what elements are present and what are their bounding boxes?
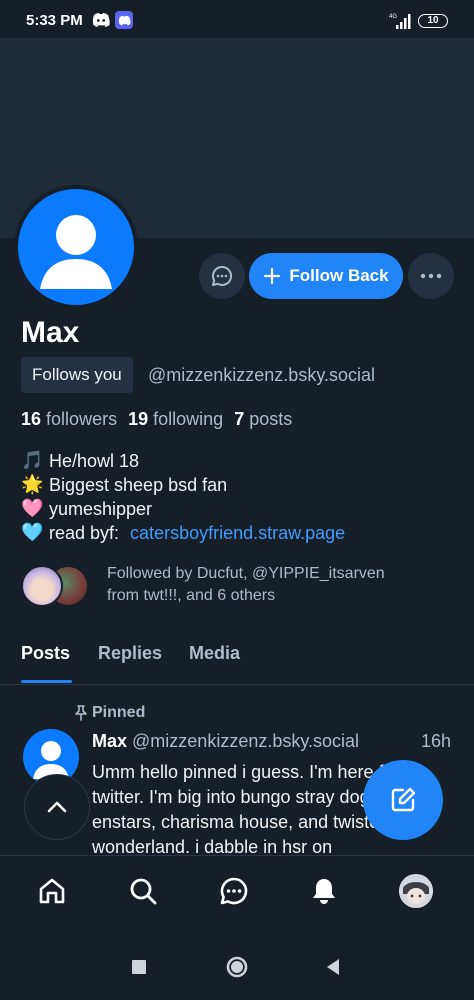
followed-by-line: Followed by Ducfut, @YIPPIE_itsarven xyxy=(107,565,385,582)
bio-text: He/howl 18 xyxy=(49,451,140,471)
compose-post-button[interactable] xyxy=(363,760,443,840)
pin-icon xyxy=(75,705,87,721)
followers-link[interactable]: 16 followers xyxy=(21,409,117,429)
bio-line: 🩵 read byf: catersboyfriend.straw.page xyxy=(21,521,345,545)
follow-back-button[interactable]: Follow Back xyxy=(249,253,403,299)
nav-home[interactable] xyxy=(32,871,72,911)
message-button[interactable] xyxy=(199,253,245,299)
circle-icon xyxy=(226,956,248,978)
discord-icon xyxy=(115,11,133,29)
post-author-name[interactable]: Max xyxy=(92,731,127,751)
active-tab-indicator xyxy=(21,680,72,683)
profile-stats: 16 followers 19 following 7 posts xyxy=(21,409,292,430)
bio-line: 🎵 He/howl 18 xyxy=(21,449,345,473)
plus-icon xyxy=(264,267,281,285)
nav-chat[interactable] xyxy=(214,871,254,911)
post-header: Max @mizzenkizzenz.bsky.social xyxy=(92,731,359,752)
profile-avatar-icon xyxy=(399,874,433,908)
discord-icon xyxy=(92,12,110,33)
default-avatar-icon xyxy=(40,215,112,289)
search-icon xyxy=(130,878,157,905)
posts-label: posts xyxy=(249,409,293,429)
nav-search[interactable] xyxy=(123,871,163,911)
profile-handle: @mizzenkizzenz.bsky.social xyxy=(148,365,376,385)
following-count: 19 xyxy=(128,409,149,429)
ellipsis-icon xyxy=(420,273,442,279)
notifications-icon xyxy=(313,879,335,904)
profile-tabs: Posts Replies Media xyxy=(0,630,474,685)
bio-line: 🩷 yumeshipper xyxy=(21,497,345,521)
star-icon: 🌟 xyxy=(21,474,44,495)
tab-media[interactable]: Media xyxy=(189,643,240,664)
following-link[interactable]: 19 following xyxy=(128,409,223,429)
nav-profile[interactable] xyxy=(396,871,436,911)
post-timestamp[interactable]: 16h xyxy=(421,731,451,752)
post-author-handle[interactable]: @mizzenkizzenz.bsky.social xyxy=(132,731,359,751)
pinned-label: Pinned xyxy=(92,704,146,721)
profile-display-name: Max xyxy=(21,316,80,349)
followed-by-line: from twt!!!, and 6 others xyxy=(107,587,276,604)
profile-avatar[interactable] xyxy=(14,185,138,309)
followers-label: followers xyxy=(46,409,118,429)
light-blue-heart-icon: 🩵 xyxy=(21,522,44,543)
scroll-to-top-button[interactable] xyxy=(24,774,90,840)
profile-bio: 🎵 He/howl 18 🌟 Biggest sheep bsd fan 🩷 y… xyxy=(21,449,345,545)
chat-icon xyxy=(220,877,248,905)
status-bar: 5:33 PM 4G 10 xyxy=(0,0,474,40)
follows-you-badge: Follows you xyxy=(21,357,133,393)
music-note-icon: 🎵 xyxy=(21,450,44,471)
followed-by-text: Followed by Ducfut, @YIPPIE_itsarven fro… xyxy=(107,563,447,607)
back-triangle-icon xyxy=(327,959,339,975)
back-button[interactable] xyxy=(318,952,348,982)
followed-by-section[interactable]: Followed by Ducfut, @YIPPIE_itsarven fro… xyxy=(21,563,461,613)
network-label: 4G xyxy=(389,14,397,20)
chevron-up-icon xyxy=(47,801,67,813)
square-icon xyxy=(132,960,146,974)
bio-text: Biggest sheep bsd fan xyxy=(49,475,228,495)
posts-count: 7 xyxy=(234,409,245,429)
home-icon xyxy=(39,878,65,904)
pink-heart-icon: 🩷 xyxy=(21,498,44,519)
mutual-avatars xyxy=(21,565,97,609)
recents-button[interactable] xyxy=(124,952,154,982)
battery-indicator: 10 xyxy=(418,14,448,28)
bio-line: 🌟 Biggest sheep bsd fan xyxy=(21,473,345,497)
mutual-avatar xyxy=(21,565,63,607)
tab-replies[interactable]: Replies xyxy=(98,643,162,664)
chat-bubble-icon xyxy=(212,265,233,286)
bio-text: read byf: xyxy=(49,523,125,543)
following-label: following xyxy=(153,409,224,429)
follow-back-label: Follow Back xyxy=(289,266,389,285)
bio-text: yumeshipper xyxy=(49,499,153,519)
pinned-indicator: Pinned xyxy=(74,704,145,722)
bio-link[interactable]: catersboyfriend.straw.page xyxy=(130,521,345,545)
signal-icon: 4G xyxy=(388,12,412,35)
more-options-button[interactable] xyxy=(408,253,454,299)
system-navigation-bar xyxy=(0,930,474,1000)
nav-notifications[interactable] xyxy=(304,871,344,911)
status-time: 5:33 PM xyxy=(26,12,83,29)
tab-posts[interactable]: Posts xyxy=(21,643,70,664)
compose-icon xyxy=(391,787,416,812)
posts-stat: 7 posts xyxy=(234,409,292,429)
bottom-navigation xyxy=(0,855,474,930)
home-system-button[interactable] xyxy=(222,952,252,982)
followers-count: 16 xyxy=(21,409,42,429)
